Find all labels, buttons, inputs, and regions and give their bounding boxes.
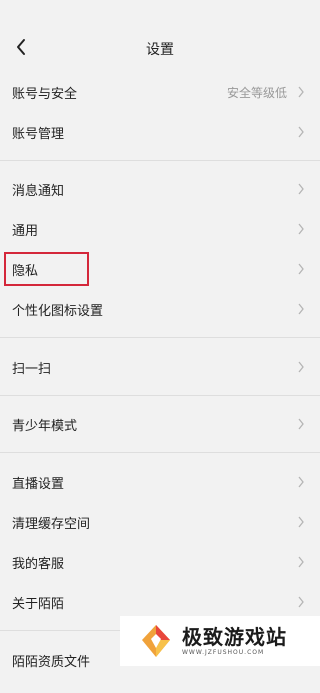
chevron-right-icon [296, 85, 306, 99]
chevron-right-icon [296, 222, 306, 236]
chevron-right-icon [296, 302, 306, 316]
chevron-right-icon [296, 515, 306, 529]
privacy-highlight-box [4, 252, 89, 286]
security-level-value: 安全等级低 [226, 85, 287, 100]
row-customer-service[interactable]: 我的客服 [0, 542, 320, 582]
divider [0, 160, 320, 161]
row-label: 消息通知 [12, 183, 65, 199]
row-teen-mode[interactable]: 青少年模式 [0, 404, 320, 444]
settings-page: 设置 账号与安全 安全等级低 账号管理 消息通知 通用 隐私 个性化图标设置 扫… [0, 0, 320, 693]
divider [0, 452, 320, 453]
row-scan[interactable]: 扫一扫 [0, 347, 320, 387]
row-label: 关于陌陌 [12, 596, 65, 612]
row-label: 青少年模式 [12, 418, 78, 434]
row-label: 直播设置 [12, 476, 65, 492]
chevron-right-icon [296, 262, 306, 276]
chevron-right-icon [296, 182, 306, 196]
chevron-right-icon [296, 555, 306, 569]
row-label: 通用 [12, 223, 39, 239]
row-label: 账号与安全 [12, 86, 78, 102]
divider [0, 395, 320, 396]
row-notifications[interactable]: 消息通知 [0, 169, 320, 209]
row-account-security[interactable]: 账号与安全 安全等级低 [0, 72, 320, 112]
watermark-logo-icon [142, 625, 170, 657]
row-label: 账号管理 [12, 126, 65, 142]
row-account-management[interactable]: 账号管理 [0, 112, 320, 152]
chevron-right-icon [296, 125, 306, 139]
page-title: 设置 [146, 42, 174, 58]
header: 设置 [0, 0, 320, 74]
row-personalized-icon[interactable]: 个性化图标设置 [0, 289, 320, 329]
row-live-settings[interactable]: 直播设置 [0, 462, 320, 502]
chevron-right-icon [296, 417, 306, 431]
row-label: 我的客服 [12, 556, 65, 572]
chevron-right-icon [296, 595, 306, 609]
watermark-url: WWW.JZFUSHOU.COM [182, 648, 265, 656]
watermark: 极致游戏站 WWW.JZFUSHOU.COM [120, 616, 320, 666]
row-general[interactable]: 通用 [0, 209, 320, 249]
row-label: 个性化图标设置 [12, 303, 104, 319]
divider [0, 337, 320, 338]
row-clear-cache[interactable]: 清理缓存空间 [0, 502, 320, 542]
watermark-text: 极致游戏站 [182, 624, 287, 649]
chevron-right-icon [296, 475, 306, 489]
row-label: 扫一扫 [12, 361, 52, 377]
chevron-right-icon [296, 360, 306, 374]
row-label: 清理缓存空间 [12, 516, 91, 532]
